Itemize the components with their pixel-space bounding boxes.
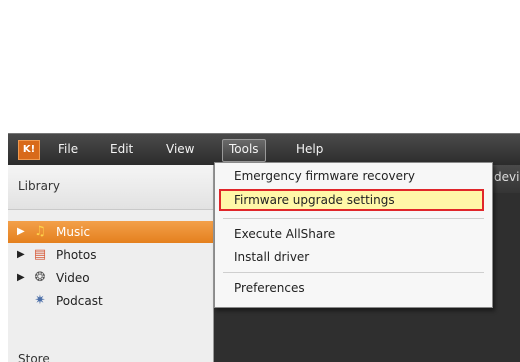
sidebar-item-photos[interactable]: ▶ ▤ Photos	[8, 244, 213, 266]
library-sidebar: Library ▶ ♫ Music ▶ ▤ Photos ▶ ❂ Video ✷…	[8, 165, 214, 362]
menu-item-label: Firmware upgrade settings	[234, 193, 395, 207]
menu-item-install-driver[interactable]: Install driver	[215, 246, 492, 268]
library-header: Library	[8, 165, 213, 210]
library-title: Library	[18, 179, 60, 193]
menu-item-execute-allshare[interactable]: Execute AllShare	[215, 223, 492, 245]
menu-item-label: Emergency firmware recovery	[234, 169, 416, 183]
menu-item-label: Execute AllShare	[234, 227, 336, 241]
expand-arrow-icon[interactable]: ▶	[17, 221, 25, 243]
music-icon: ♫	[34, 224, 46, 239]
sidebar-item-label: Photos	[56, 248, 97, 262]
sidebar-item-music[interactable]: ▶ ♫ Music	[8, 221, 213, 243]
store-section-label: Store	[18, 352, 50, 362]
device-tab[interactable]: devic	[494, 170, 520, 184]
photos-icon: ▤	[33, 247, 47, 262]
menu-item-emergency-firmware-recovery[interactable]: Emergency firmware recovery	[215, 165, 492, 187]
sidebar-item-label: Podcast	[56, 294, 103, 308]
tools-dropdown-menu: Emergency firmware recovery Firmware upg…	[214, 162, 493, 308]
menu-file[interactable]: File	[52, 139, 84, 160]
menu-item-label: Install driver	[234, 250, 310, 264]
menu-separator	[223, 218, 484, 219]
menu-help[interactable]: Help	[290, 139, 329, 160]
menu-view[interactable]: View	[160, 139, 200, 160]
menu-item-firmware-upgrade-settings[interactable]: Firmware upgrade settings	[219, 189, 484, 211]
menu-item-label: Preferences	[234, 281, 305, 295]
sidebar-item-label: Music	[56, 225, 91, 239]
expand-arrow-icon[interactable]: ▶	[17, 267, 25, 289]
app-logo: K!	[18, 140, 40, 160]
sidebar-item-podcast[interactable]: ✷ Podcast	[8, 290, 213, 312]
menu-item-preferences[interactable]: Preferences	[215, 277, 492, 299]
sidebar-item-video[interactable]: ▶ ❂ Video	[8, 267, 213, 289]
menu-separator	[223, 272, 484, 273]
menu-tools[interactable]: Tools	[222, 139, 266, 162]
podcast-icon: ✷	[34, 293, 46, 308]
sidebar-item-label: Video	[56, 271, 90, 285]
menu-bar: K! File Edit View Tools Help	[8, 133, 520, 165]
video-icon: ❂	[34, 270, 46, 285]
expand-arrow-icon[interactable]: ▶	[17, 244, 25, 266]
menu-edit[interactable]: Edit	[104, 139, 139, 160]
